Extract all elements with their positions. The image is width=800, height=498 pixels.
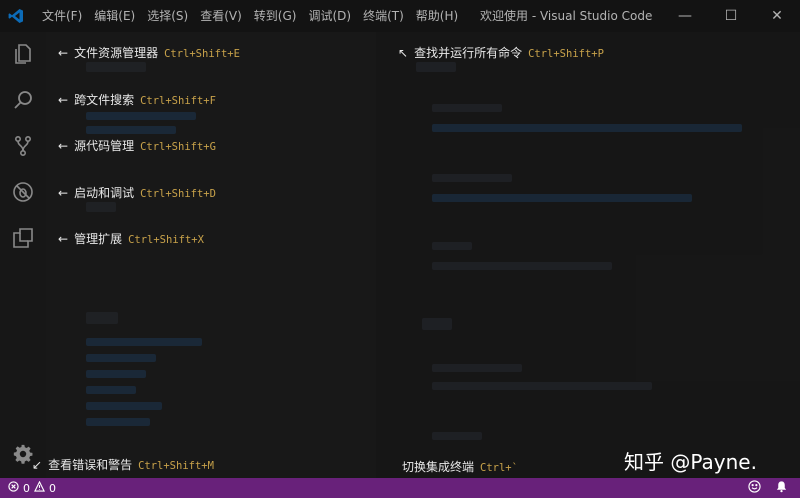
error-icon [8, 481, 19, 495]
left-arrow-icon: ← [58, 139, 69, 153]
up-left-arrow-icon: ↖ [398, 46, 409, 60]
left-arrow-icon: ← [58, 186, 69, 200]
hint-label: 管理扩展 [74, 232, 123, 246]
status-bar: 0 0 [0, 478, 800, 498]
hint-shortcut: Ctrl+Shift+E [164, 48, 240, 60]
warning-count: 0 [49, 481, 56, 495]
hint-label: 查看错误和警告 [48, 458, 133, 472]
hint-label: 跨文件搜索 [74, 93, 135, 107]
hint-shortcut: Ctrl+Shift+M [138, 460, 214, 472]
down-left-arrow-icon: ↙ [32, 458, 43, 472]
hint-command-palette: ↖ 查找并运行所有命令 Ctrl+Shift+P [398, 44, 604, 61]
smiley-icon[interactable] [748, 480, 761, 496]
hint-shortcut: Ctrl+Shift+D [140, 188, 216, 200]
hint-problems: ↙ 查看错误和警告 Ctrl+Shift+M [32, 456, 214, 473]
problems-status[interactable]: 0 0 [0, 480, 56, 495]
hint-label: 文件资源管理器 [74, 46, 159, 60]
hint-shortcut: Ctrl+` [480, 462, 518, 474]
hint-label: 切换集成终端 [402, 460, 475, 474]
hint-label: 查找并运行所有命令 [414, 46, 523, 60]
error-count: 0 [23, 481, 30, 495]
hint-label: 启动和调试 [74, 186, 135, 200]
hint-extensions: ← 管理扩展 Ctrl+Shift+X [58, 230, 204, 247]
status-right [748, 478, 788, 498]
left-arrow-icon: ← [58, 232, 69, 246]
left-arrow-icon: ← [58, 93, 69, 107]
bell-icon[interactable] [775, 480, 788, 496]
hint-shortcut: Ctrl+Shift+G [140, 141, 216, 153]
hint-search: ← 跨文件搜索 Ctrl+Shift+F [58, 91, 216, 108]
hint-label: 源代码管理 [74, 139, 135, 153]
watermark: 知乎 @Payne. [624, 450, 757, 474]
hint-debug: ← 启动和调试 Ctrl+Shift+D [58, 184, 216, 201]
hint-shortcut: Ctrl+Shift+P [528, 48, 604, 60]
hint-shortcut: Ctrl+Shift+F [140, 95, 216, 107]
left-arrow-icon: ← [58, 46, 69, 60]
warning-icon [34, 480, 45, 495]
hint-shortcut: Ctrl+Shift+X [128, 234, 204, 246]
hint-terminal: 切换集成终端 Ctrl+` [402, 458, 518, 475]
hint-explorer: ← 文件资源管理器 Ctrl+Shift+E [58, 44, 240, 61]
hint-source-control: ← 源代码管理 Ctrl+Shift+G [58, 137, 216, 154]
